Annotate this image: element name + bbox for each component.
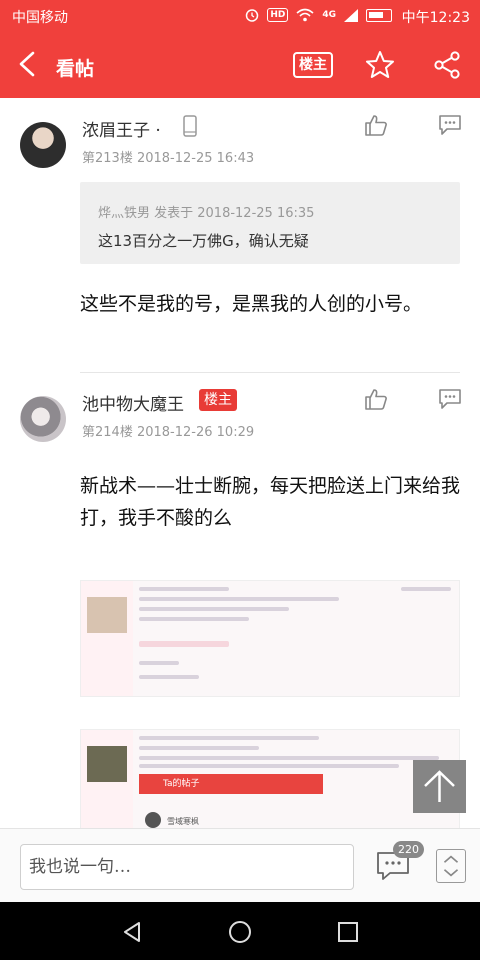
post-divider [80,372,460,373]
post-username[interactable]: 池中物大魔王 [82,390,184,415]
screenshot-line [139,736,319,740]
signal-icon [344,8,358,22]
page-title: 看帖 [56,58,95,80]
status-bar: 中国移动 HD 4G 中午12:23 [0,0,480,32]
screenshot-line [139,587,229,591]
wifi-icon [296,8,314,22]
avatar[interactable] [20,122,66,168]
comment-count-badge: 220 [393,841,424,858]
quote-block: 烨灬铁男 发表于 2018-12-25 16:35 这13百分之一万佛G，确认无… [80,182,460,264]
screenshot-line [139,756,439,760]
screenshot-highlight [139,641,229,647]
screenshot-red-bar: Ta的帖子 [139,774,323,794]
screenshot-line [139,746,259,750]
carrier-label: 中国移动 [12,10,68,26]
screenshot-line [401,587,451,591]
system-nav-bar [0,902,480,960]
reply-input[interactable]: 我也说一句… [20,844,354,890]
screenshot-line [139,597,339,601]
floor-number: 第213楼 [82,151,133,166]
screenshot-line [139,661,179,665]
app-header: 看帖 楼主 [0,32,480,98]
screenshot-line [139,675,199,679]
screenshot-avatar-image [87,597,127,633]
star-favorite-icon[interactable] [365,50,395,80]
avatar[interactable] [20,396,66,442]
nav-home-icon[interactable] [228,920,252,944]
mobile-device-icon [183,115,197,137]
screenshot-line [139,607,289,611]
page-up-down-icon[interactable] [436,849,466,883]
post-floor-meta: 第213楼 2018-12-25 16:43 [82,147,254,166]
nav-recents-icon[interactable] [336,920,360,944]
nav-back-icon[interactable] [120,920,144,944]
status-icons: HD 4G [245,8,392,22]
alarm-icon [246,9,259,22]
back-arrow-icon[interactable] [14,50,42,78]
share-icon[interactable] [432,50,462,80]
clock: 中午12:23 [401,10,470,26]
screenshot-line [139,764,399,768]
embedded-screenshot-image[interactable]: Ta的帖子 雪域寒枫 [80,729,460,828]
screenshot-username: 雪域寒枫 [167,817,199,826]
screenshot-line [139,617,249,621]
thumbs-up-icon[interactable] [364,388,388,410]
owner-badge: 楼主 [199,389,237,411]
screenshot-avatar-image [87,746,127,782]
comment-icon[interactable] [438,114,462,136]
hd-icon: HD [267,8,289,22]
floor-number: 第214楼 [82,425,133,440]
battery-icon [366,8,392,22]
post-body: 这些不是我的号，是黑我的人创的小号。 [80,293,423,315]
post-datetime: 2018-12-26 10:29 [136,425,255,440]
quote-meta: 烨灬铁男 发表于 2018-12-25 16:35 [98,206,315,221]
post-username[interactable]: 浓眉王子 · [82,116,161,141]
scroll-to-top-button[interactable] [413,760,466,813]
quote-text: 这13百分之一万佛G，确认无疑 [98,232,309,250]
thread-content[interactable]: 浓眉王子 · 第213楼 2018-12-25 16:43 烨灬铁男 发表于 2… [0,98,480,828]
comment-icon[interactable] [438,388,462,410]
post-floor-meta: 第214楼 2018-12-26 10:29 [82,421,254,440]
screenshot-mini-avatar [145,812,161,828]
post-datetime: 2018-12-25 16:43 [136,151,255,166]
post-body: 新战术——壮士断腕，每天把脸送上门来给我打，我手不酸的么 [80,475,461,529]
only-owner-button[interactable]: 楼主 [293,52,333,78]
signal-4g-label: 4G [322,10,336,20]
thumbs-up-icon[interactable] [364,114,388,136]
embedded-screenshot-image[interactable] [80,580,460,697]
reply-bar: 我也说一句… 220 [0,828,480,902]
